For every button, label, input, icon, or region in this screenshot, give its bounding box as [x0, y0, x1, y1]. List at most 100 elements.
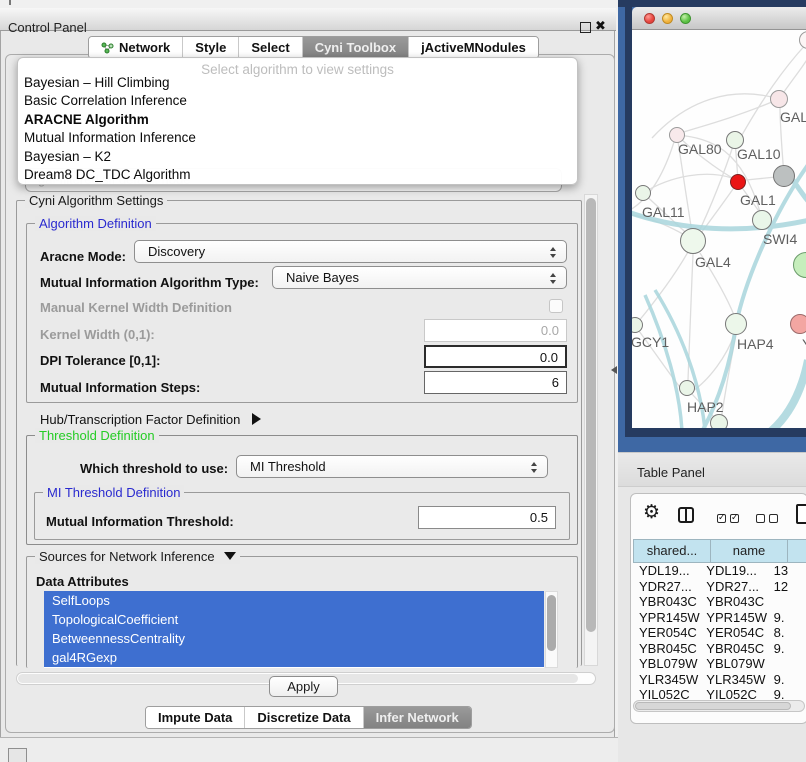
dpi-tolerance-field[interactable]: 0.0	[424, 345, 567, 368]
select-all-checkbox-icon[interactable]	[730, 514, 739, 523]
network-node-gal[interactable]	[770, 90, 788, 108]
screenshot-stage: Control Panel ✖ NetworkStyleSelectCyni T…	[0, 0, 806, 762]
gear-icon[interactable]: ⚙	[643, 503, 660, 522]
node-label-gal1: GAL1	[740, 192, 776, 208]
network-icon	[101, 42, 114, 54]
float-window-icon[interactable]	[580, 22, 591, 33]
cyni-settings-title: Cyni Algorithm Settings	[25, 193, 167, 208]
network-node-gal1[interactable]	[730, 174, 746, 190]
close-icon[interactable]: ✖	[595, 18, 606, 34]
table-row[interactable]: YBR045CYBR045C9.	[633, 641, 806, 657]
aracne-mode-label: Aracne Mode:	[40, 249, 126, 264]
table-row[interactable]: YPR145WYPR145W9.	[633, 610, 806, 626]
desktop-navy-strip-left	[625, 0, 632, 437]
network-node[interactable]	[793, 252, 806, 278]
table-row[interactable]: YLR345WYLR345W9.	[633, 672, 806, 688]
tab-select[interactable]: Select	[239, 37, 301, 58]
algorithm-item-dream8-dc-tdc-algorithm[interactable]: Dream8 DC_TDC Algorithm	[23, 166, 572, 184]
select-all-checkbox-icon[interactable]	[717, 514, 726, 523]
attributes-scrollbar-thumb[interactable]	[547, 595, 556, 651]
tab-infer-network[interactable]: Infer Network	[364, 707, 471, 728]
tab-network[interactable]: Network	[89, 37, 182, 58]
column-layout-icon[interactable]	[678, 507, 694, 523]
tab-jactivemnodules[interactable]: jActiveMNodules	[409, 37, 538, 58]
network-canvas[interactable]: GALGAL80GAL10GAL1GAL11SWI4GAL4GCY1HAP4YH…	[632, 30, 806, 428]
which-threshold-combo[interactable]: MI Threshold	[236, 455, 548, 478]
algorithm-item-basic-correlation-inference[interactable]: Basic Correlation Inference	[23, 92, 572, 110]
column-header-shared[interactable]: shared...	[633, 539, 710, 563]
settings-vscrollbar-thumb[interactable]	[586, 198, 596, 632]
sources-toggle[interactable]: Sources for Network Inference	[35, 549, 240, 564]
network-node-swi4[interactable]	[752, 210, 772, 230]
network-node-hap4[interactable]	[725, 313, 747, 335]
document-icon[interactable]	[796, 504, 806, 524]
network-node[interactable]	[710, 414, 728, 428]
network-node[interactable]	[799, 31, 806, 49]
aracne-mode-combo[interactable]: Discovery	[134, 240, 567, 263]
algorithm-item-aracne-algorithm[interactable]: ARACNE Algorithm	[23, 111, 572, 129]
attribute-item-selfloops[interactable]: SelfLoops	[44, 591, 544, 610]
hub-definition-toggle[interactable]: Hub/Transcription Factor Definition	[40, 412, 261, 427]
network-node-gal11[interactable]	[635, 185, 651, 201]
manual-kernel-checkbox[interactable]	[549, 299, 563, 313]
network-node-y[interactable]	[790, 314, 806, 334]
tab-discretize-data[interactable]: Discretize Data	[245, 707, 362, 728]
deselect-all-checkbox-icon[interactable]	[756, 514, 765, 523]
attribute-item-gal4rgexp[interactable]: gal4RGexp	[44, 648, 544, 667]
node-label-swi4: SWI4	[763, 231, 797, 247]
kernel-width-field[interactable]: 0.0	[424, 319, 567, 342]
stepper-arrows-icon	[550, 246, 557, 259]
splitter-collapse-arrow[interactable]	[611, 366, 617, 374]
algorithm-item-mutual-information-inference[interactable]: Mutual Information Inference	[23, 129, 572, 147]
network-node-gal4[interactable]	[680, 228, 706, 254]
apply-button[interactable]: Apply	[269, 676, 338, 697]
network-node[interactable]	[773, 165, 795, 187]
table-row[interactable]: YDR27...YDR27...12	[633, 579, 806, 595]
column-header-a[interactable]: A	[787, 539, 806, 563]
data-attributes-list: SelfLoopsTopologicalCoefficientBetweenne…	[44, 591, 544, 668]
node-label-hap2: HAP2	[687, 399, 724, 415]
column-header-name[interactable]: name	[710, 539, 787, 563]
table-row[interactable]: YDL19...YDL19...13	[633, 563, 806, 579]
control-panel-titlebar[interactable]: Control Panel ✖	[0, 8, 616, 31]
network-node-gcy1[interactable]	[632, 317, 643, 333]
hub-definition-label: Hub/Transcription Factor Definition	[40, 412, 240, 427]
deselect-all-checkbox-icon[interactable]	[769, 514, 778, 523]
table-row[interactable]: YBL079WYBL079W	[633, 656, 806, 672]
network-window-titlebar[interactable]	[632, 7, 806, 30]
table-panel-title: Table Panel	[637, 465, 705, 480]
network-node-hap2[interactable]	[679, 380, 695, 396]
zoom-traffic-light-icon[interactable]	[680, 13, 691, 24]
collapsed-arrow-icon	[252, 413, 261, 425]
table-hscrollbar-thumb[interactable]	[635, 702, 791, 710]
close-traffic-light-icon[interactable]	[644, 13, 655, 24]
tab-impute-data[interactable]: Impute Data	[146, 707, 244, 728]
aracne-mode-value: Discovery	[148, 244, 205, 259]
table-row[interactable]: YIL052CYIL052C9.	[633, 687, 806, 699]
algorithm-item-bayesian-k2[interactable]: Bayesian – K2	[23, 148, 572, 166]
table-panel-section: Table Panel ⚙ shared...nameA YDL19...YDL…	[618, 452, 806, 762]
attribute-item-topologicalcoefficient[interactable]: TopologicalCoefficient	[44, 610, 544, 629]
mi-steps-field[interactable]: 6	[424, 371, 567, 394]
mini-panel-icon[interactable]	[8, 748, 27, 762]
mi-type-combo[interactable]: Naive Bayes	[272, 266, 567, 289]
table-row[interactable]: YBR043CYBR043C	[633, 594, 806, 610]
tab-style[interactable]: Style	[183, 37, 238, 58]
table-panel-titlebar[interactable]: Table Panel	[618, 452, 806, 487]
node-label-gal80: GAL80	[678, 141, 722, 157]
stepper-arrows-icon	[550, 272, 557, 285]
table-rows: YDL19...YDL19...13YDR27...YDR27...12YBR0…	[633, 563, 806, 699]
node-label-gal: GAL	[780, 109, 806, 125]
node-label-y: Y	[802, 336, 806, 352]
attribute-item-betweennesscentrality[interactable]: BetweennessCentrality	[44, 629, 544, 648]
algorithm-item-bayesian-hill-climbing[interactable]: Bayesian – Hill Climbing	[23, 74, 572, 92]
top-left-tick	[9, 0, 11, 5]
minimize-traffic-light-icon[interactable]	[662, 13, 673, 24]
mi-threshold-field[interactable]: 0.5	[418, 506, 556, 529]
tab-cyni-toolbox[interactable]: Cyni Toolbox	[303, 37, 408, 58]
kernel-width-label: Kernel Width (0,1):	[40, 327, 155, 342]
mi-threshold-title: MI Threshold Definition	[43, 485, 184, 500]
table-panel-container: ⚙ shared...nameA YDL19...YDL19...13YDR27…	[630, 493, 806, 724]
which-threshold-value: MI Threshold	[250, 459, 326, 474]
table-row[interactable]: YER054CYER054C8.	[633, 625, 806, 641]
